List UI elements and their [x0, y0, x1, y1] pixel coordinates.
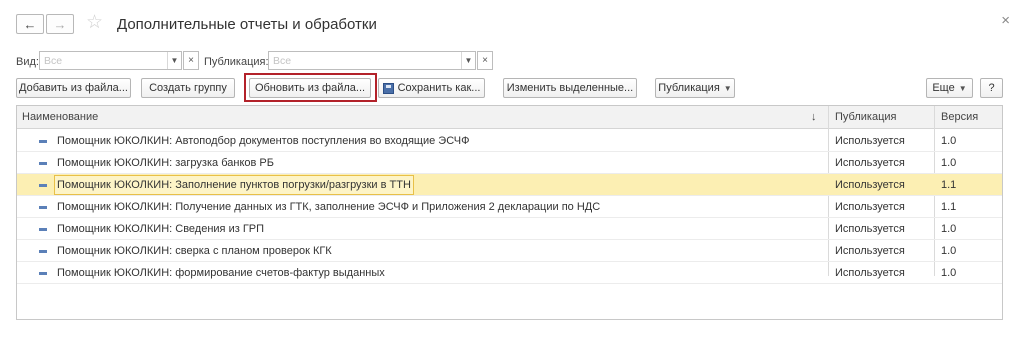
row-name: Помощник ЮКОЛКИН: Сведения из ГРП	[57, 223, 265, 235]
chevron-down-icon: ▼	[958, 83, 967, 93]
publication-filter-clear-button[interactable]: ×	[477, 51, 493, 70]
update-from-file-label: Обновить из файла...	[254, 82, 366, 94]
publication-filter-label: Публикация:	[204, 56, 269, 68]
view-filter-select[interactable]: Все ▼	[39, 51, 182, 70]
view-filter-label: Вид:	[16, 56, 39, 68]
processing-item-icon	[39, 250, 47, 253]
help-button[interactable]: ?	[980, 78, 1003, 98]
view-filter-clear-button[interactable]: ×	[183, 51, 199, 70]
clear-icon: ×	[188, 55, 194, 66]
table-row[interactable]: Помощник ЮКОЛКИН: загрузка банков РБ Исп…	[17, 152, 1002, 174]
row-publication: Используется	[835, 179, 905, 191]
table-row[interactable]: Помощник ЮКОЛКИН: формирование счетов-фа…	[17, 262, 1002, 284]
column-header-version[interactable]: Версия	[941, 106, 978, 129]
row-publication: Используется	[835, 135, 905, 147]
update-from-file-button[interactable]: Обновить из файла...	[249, 78, 371, 98]
publication-menu-button[interactable]: Публикация ▼	[655, 78, 735, 98]
row-publication: Используется	[835, 245, 905, 257]
row-version: 1.1	[941, 179, 957, 191]
help-icon: ?	[988, 82, 995, 94]
publication-filter-placeholder: Все	[273, 55, 292, 67]
row-name: Помощник ЮКОЛКИН: Автоподбор документов …	[57, 135, 470, 147]
table-row-selected[interactable]: Помощник ЮКОЛКИН: Заполнение пунктов пог…	[17, 174, 1002, 196]
processing-item-icon	[39, 162, 47, 165]
create-group-label: Создать группу	[149, 82, 227, 94]
save-as-button[interactable]: Сохранить как...	[378, 78, 485, 98]
sort-down-icon[interactable]: ↓	[811, 106, 817, 129]
add-from-file-label: Добавить из файла...	[19, 82, 128, 94]
processing-item-icon	[39, 184, 47, 187]
table-row[interactable]: Помощник ЮКОЛКИН: Автоподбор документов …	[17, 130, 1002, 152]
star-icon[interactable]: ☆	[86, 11, 103, 34]
publication-menu-label: Публикация	[658, 82, 720, 94]
chevron-down-icon[interactable]: ▼	[167, 52, 181, 69]
row-version: 1.0	[941, 135, 957, 147]
processing-item-icon	[39, 206, 47, 209]
add-from-file-button[interactable]: Добавить из файла...	[16, 78, 131, 98]
row-name: Помощник ЮКОЛКИН: Получение данных из ГТ…	[57, 201, 601, 213]
publication-filter-select[interactable]: Все ▼	[268, 51, 476, 70]
processing-item-icon	[39, 140, 47, 143]
table-row[interactable]: Помощник ЮКОЛКИН: Получение данных из ГТ…	[17, 196, 1002, 218]
row-version: 1.1	[941, 201, 957, 213]
processing-item-icon	[39, 272, 47, 275]
arrow-right-icon: →	[53, 16, 67, 32]
row-name: Помощник ЮКОЛКИН: сверка с планом провер…	[57, 245, 332, 257]
row-name: Помощник ЮКОЛКИН: формирование счетов-фа…	[57, 267, 385, 279]
row-name: Помощник ЮКОЛКИН: Заполнение пунктов пог…	[54, 175, 414, 195]
view-filter-placeholder: Все	[44, 55, 63, 67]
table-row[interactable]: Помощник ЮКОЛКИН: сверка с планом провер…	[17, 240, 1002, 262]
close-icon[interactable]: ×	[1001, 12, 1010, 29]
save-icon	[382, 82, 394, 94]
row-version: 1.0	[941, 223, 957, 235]
row-name: Помощник ЮКОЛКИН: загрузка банков РБ	[57, 157, 274, 169]
clear-icon: ×	[482, 55, 488, 66]
table-row[interactable]: Помощник ЮКОЛКИН: Сведения из ГРП Исполь…	[17, 218, 1002, 240]
processing-item-icon	[39, 228, 47, 231]
arrow-left-icon: ←	[23, 16, 37, 32]
column-header-publication[interactable]: Публикация	[835, 106, 896, 129]
column-header-name[interactable]: Наименование	[22, 106, 98, 129]
more-menu-label: Еще	[932, 82, 955, 94]
save-as-label: Сохранить как...	[397, 82, 481, 94]
back-button[interactable]: ←	[16, 14, 44, 34]
row-version: 1.0	[941, 245, 957, 257]
create-group-button[interactable]: Создать группу	[141, 78, 235, 98]
row-publication: Используется	[835, 223, 905, 235]
change-selected-button[interactable]: Изменить выделенные...	[503, 78, 637, 98]
page-title: Дополнительные отчеты и обработки	[117, 16, 377, 33]
row-publication: Используется	[835, 201, 905, 213]
chevron-down-icon[interactable]: ▼	[461, 52, 475, 69]
row-version: 1.0	[941, 157, 957, 169]
chevron-down-icon: ▼	[723, 83, 732, 93]
row-version: 1.0	[941, 267, 957, 279]
row-publication: Используется	[835, 267, 905, 279]
row-publication: Используется	[835, 157, 905, 169]
processing-table: Наименование ↓ Публикация Версия Помощни…	[16, 105, 1003, 320]
change-selected-label: Изменить выделенные...	[506, 82, 634, 94]
more-menu-button[interactable]: Еще ▼	[926, 78, 973, 98]
table-header: Наименование ↓ Публикация Версия	[17, 106, 1002, 129]
forward-button[interactable]: →	[46, 14, 74, 34]
